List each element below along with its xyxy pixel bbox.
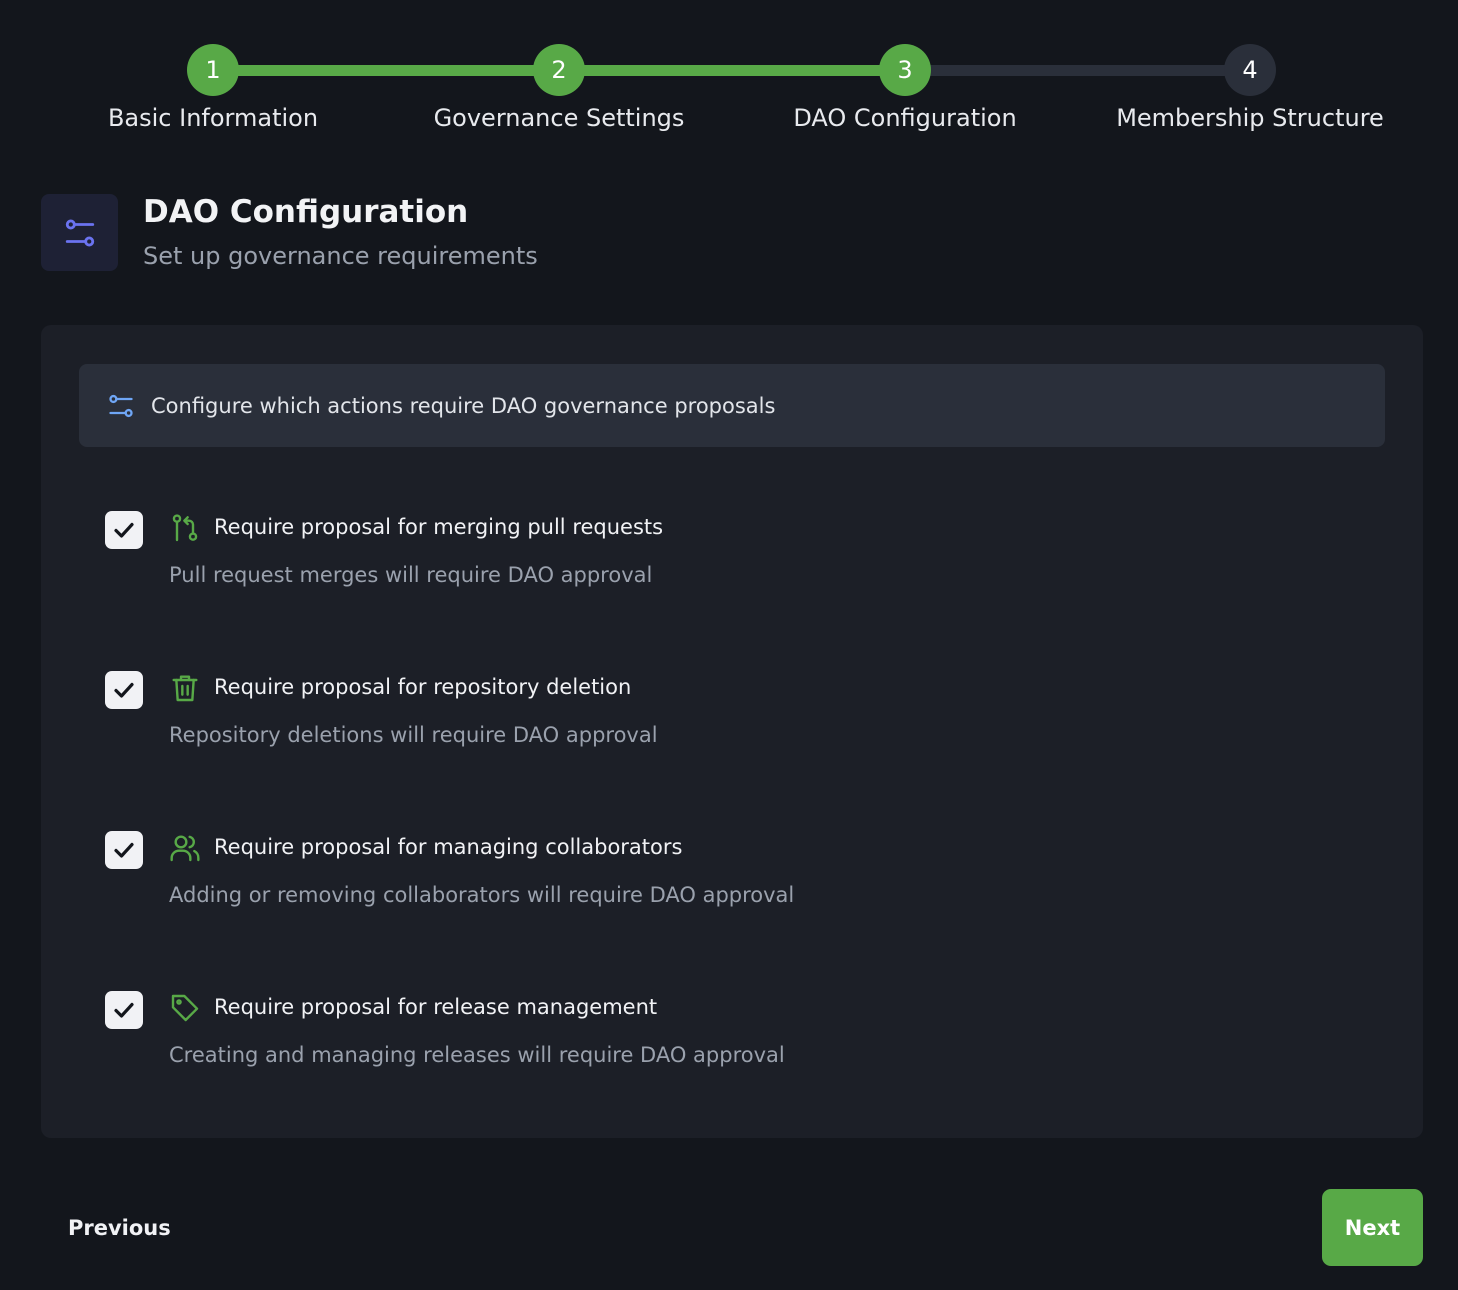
option-label: Require proposal for repository deletion: [214, 675, 632, 699]
tag-icon: [171, 994, 199, 1022]
users-icon: [170, 835, 200, 862]
sliders-icon: [109, 394, 133, 417]
page-title: DAO Configuration: [143, 194, 469, 230]
checkmark-icon: [114, 1002, 134, 1018]
option-managing-collaborators: Require proposal for managing collaborat…: [105, 831, 1305, 931]
step-connector-1-2: [213, 65, 559, 76]
managing-collaborators-checkbox[interactable]: [105, 831, 143, 869]
step-4-label: Membership Structure: [1116, 104, 1384, 132]
step-1-label: Basic Information: [107, 104, 319, 132]
git-pull-request-icon: [172, 514, 198, 542]
trash-icon: [172, 675, 198, 702]
header-icon-container: [41, 194, 118, 271]
dao-wizard-page: 1 2 3 4 Basic Information Governance Set…: [0, 0, 1458, 1290]
repository-deletion-checkbox[interactable]: [105, 671, 143, 709]
previous-button[interactable]: Previous: [48, 1190, 191, 1266]
step-2-label: Governance Settings: [433, 104, 685, 132]
checkmark-icon: [114, 842, 134, 858]
progress-stepper: 1 2 3 4 Basic Information Governance Set…: [0, 0, 1458, 160]
option-merge-pull-requests: Require proposal for merging pull reques…: [105, 511, 1305, 611]
step-connector-3-4: [905, 65, 1250, 76]
step-2-indicator[interactable]: 2: [533, 44, 585, 96]
option-label: Require proposal for merging pull reques…: [214, 515, 664, 539]
merge-pull-requests-checkbox[interactable]: [105, 511, 143, 549]
step-3-indicator[interactable]: 3: [879, 44, 931, 96]
option-release-management: Require proposal for release management …: [105, 991, 1305, 1091]
option-description: Pull request merges will require DAO app…: [169, 563, 653, 587]
info-banner-text: Configure which actions require DAO gove…: [151, 393, 776, 418]
step-connector-2-3: [559, 65, 905, 76]
option-repository-deletion: Require proposal for repository deletion…: [105, 671, 1305, 771]
configuration-card: Configure which actions require DAO gove…: [41, 325, 1423, 1138]
option-description: Adding or removing collaborators will re…: [169, 883, 795, 907]
step-3-label: DAO Configuration: [793, 104, 1017, 132]
checkmark-icon: [114, 682, 134, 698]
option-description: Repository deletions will require DAO ap…: [169, 723, 658, 747]
info-banner: Configure which actions require DAO gove…: [79, 364, 1385, 447]
option-label: Require proposal for managing collaborat…: [214, 835, 683, 859]
release-management-checkbox[interactable]: [105, 991, 143, 1029]
sliders-icon: [65, 219, 94, 246]
step-4-indicator[interactable]: 4: [1224, 44, 1276, 96]
option-description: Creating and managing releases will requ…: [169, 1043, 785, 1067]
next-button[interactable]: Next: [1322, 1189, 1423, 1266]
checkmark-icon: [114, 522, 134, 538]
page-subtitle: Set up governance requirements: [143, 242, 538, 270]
option-label: Require proposal for release management: [214, 995, 658, 1019]
step-1-indicator[interactable]: 1: [187, 44, 239, 96]
